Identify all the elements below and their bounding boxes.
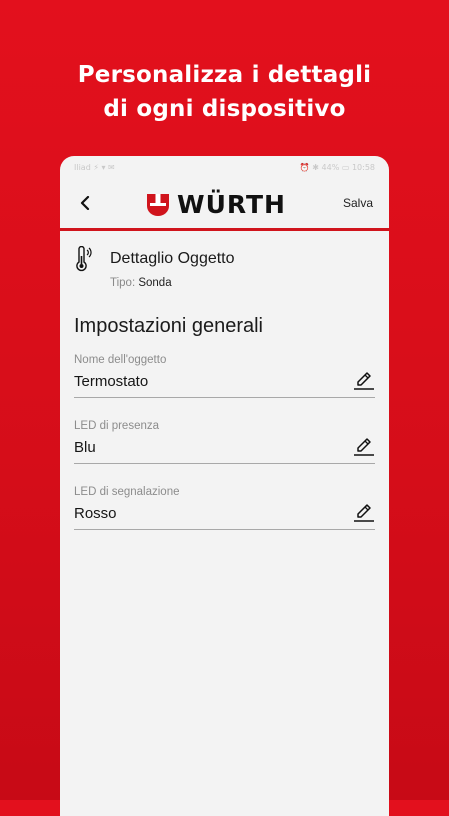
field-object-name: Nome dell'oggetto Termostato bbox=[74, 354, 375, 398]
edit-signal-led-button[interactable] bbox=[353, 503, 375, 523]
section-title: Impostazioni generali bbox=[74, 315, 263, 337]
detail-content: Dettaglio Oggetto Tipo: Sonda Impostazio… bbox=[60, 231, 389, 530]
promo-headline: Personalizza i dettagli di ogni disposit… bbox=[0, 58, 449, 126]
app-bar: WÜRTH Salva bbox=[60, 178, 389, 228]
object-type-label: Tipo: bbox=[110, 277, 136, 289]
field-value: Blu bbox=[74, 438, 96, 456]
field-row[interactable]: Rosso bbox=[74, 498, 375, 530]
object-type-value: Sonda bbox=[138, 277, 172, 289]
headline-line-1: Personalizza i dettagli bbox=[77, 62, 372, 88]
field-value: Rosso bbox=[74, 504, 117, 522]
thermometer-icon bbox=[76, 245, 92, 272]
logo-text: WÜRTH bbox=[177, 190, 286, 219]
field-value: Termostato bbox=[74, 372, 149, 390]
field-row[interactable]: Blu bbox=[74, 432, 375, 464]
back-button[interactable] bbox=[74, 192, 96, 214]
status-right: ⏰ ✱ 44% ▭ 10:58 bbox=[299, 162, 375, 172]
object-title: Dettaglio Oggetto bbox=[110, 250, 235, 267]
status-left: Iliad ⚡ ▾ ✉ bbox=[74, 162, 115, 172]
field-label: LED di segnalazione bbox=[74, 486, 180, 498]
edit-object-name-button[interactable] bbox=[353, 371, 375, 391]
object-type: Tipo: Sonda bbox=[110, 277, 235, 289]
object-type-icon-wrap bbox=[74, 245, 96, 289]
pencil-icon bbox=[354, 372, 374, 390]
field-label: Nome dell'oggetto bbox=[74, 354, 167, 366]
headline-line-2: di ogni dispositivo bbox=[103, 96, 346, 122]
status-bar: Iliad ⚡ ▾ ✉ ⏰ ✱ 44% ▭ 10:58 bbox=[60, 156, 389, 178]
chevron-left-icon bbox=[80, 196, 90, 210]
edit-presence-led-button[interactable] bbox=[353, 437, 375, 457]
object-header: Dettaglio Oggetto Tipo: Sonda bbox=[74, 231, 375, 289]
wurth-logo: WÜRTH bbox=[146, 192, 286, 218]
field-label: LED di presenza bbox=[74, 420, 160, 432]
pencil-icon bbox=[354, 438, 374, 456]
wurth-emblem-icon bbox=[147, 194, 169, 216]
pencil-icon bbox=[354, 504, 374, 522]
field-signal-led: LED di segnalazione Rosso bbox=[74, 486, 375, 530]
object-info: Dettaglio Oggetto Tipo: Sonda bbox=[110, 246, 235, 289]
save-button[interactable]: Salva bbox=[343, 196, 373, 210]
field-presence-led: LED di presenza Blu bbox=[74, 420, 375, 464]
field-row[interactable]: Termostato bbox=[74, 366, 375, 398]
phone-screen: Iliad ⚡ ▾ ✉ ⏰ ✱ 44% ▭ 10:58 WÜRTH Salva bbox=[60, 156, 389, 816]
